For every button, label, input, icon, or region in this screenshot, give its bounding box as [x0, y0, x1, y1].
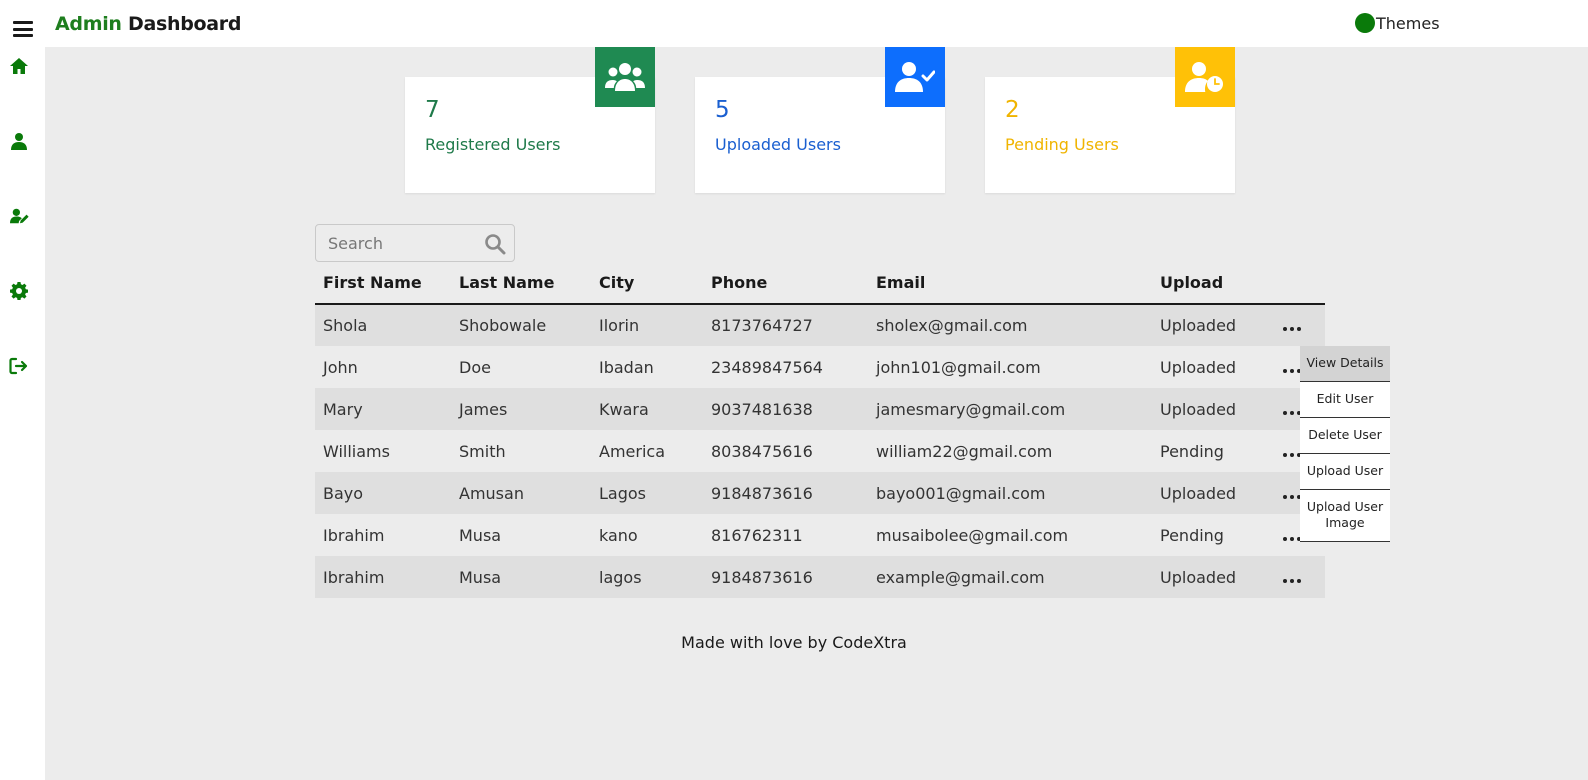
header-email[interactable]: Email: [868, 262, 1152, 305]
app-title-part1: Admin: [55, 13, 122, 35]
menu-item-upload-user-image[interactable]: Upload User Image: [1300, 489, 1390, 543]
cell-phone: 9037481638: [703, 388, 868, 430]
table-row: Ibrahim Musa kano 816762311 musaibolee@g…: [315, 514, 1325, 556]
header-city[interactable]: City: [591, 262, 703, 305]
sign-out-icon[interactable]: [9, 356, 29, 376]
cell-email: bayo001@gmail.com: [868, 472, 1152, 514]
uploaded-users-label: Uploaded Users: [715, 135, 841, 154]
cell-last-name: Musa: [451, 514, 591, 556]
more-options-icon[interactable]: [1281, 575, 1303, 587]
cell-city: kano: [591, 514, 703, 556]
cell-last-name: Doe: [451, 346, 591, 388]
table-row: John Doe Ibadan 23489847564 john101@gmai…: [315, 346, 1325, 388]
cell-actions: [1273, 304, 1325, 346]
cell-last-name: James: [451, 388, 591, 430]
header-first-name[interactable]: First Name: [315, 262, 451, 305]
registered-users-label: Registered Users: [425, 135, 561, 154]
cell-upload: Uploaded: [1152, 556, 1273, 598]
cell-upload: Uploaded: [1152, 346, 1273, 388]
cell-phone: 9184873616: [703, 472, 868, 514]
cell-city: Ibadan: [591, 346, 703, 388]
cell-phone: 8173764727: [703, 304, 868, 346]
header-phone[interactable]: Phone: [703, 262, 868, 305]
registered-users-count: 7: [425, 97, 440, 123]
header-last-name[interactable]: Last Name: [451, 262, 591, 305]
cell-first-name: Shola: [315, 304, 451, 346]
uploaded-users-card: 5 Uploaded Users: [695, 47, 945, 193]
top-bar: Admin Dashboard Themes: [0, 0, 1588, 47]
search-input[interactable]: [316, 225, 476, 261]
cell-city: Kwara: [591, 388, 703, 430]
header-actions: [1273, 262, 1325, 305]
cell-first-name: John: [315, 346, 451, 388]
search-icon[interactable]: [484, 233, 506, 259]
cell-upload: Uploaded: [1152, 472, 1273, 514]
more-options-icon[interactable]: [1281, 323, 1303, 335]
cell-email: john101@gmail.com: [868, 346, 1152, 388]
cell-email: musaibolee@gmail.com: [868, 514, 1152, 556]
cell-last-name: Musa: [451, 556, 591, 598]
themes-toggle[interactable]: Themes: [1355, 13, 1440, 33]
pending-users-label: Pending Users: [1005, 135, 1119, 154]
cell-first-name: Bayo: [315, 472, 451, 514]
cell-last-name: Amusan: [451, 472, 591, 514]
table-row: Bayo Amusan Lagos 9184873616 bayo001@gma…: [315, 472, 1325, 514]
user-icon[interactable]: [9, 131, 29, 151]
cell-city: America: [591, 430, 703, 472]
cell-first-name: Mary: [315, 388, 451, 430]
cell-upload: Uploaded: [1152, 304, 1273, 346]
cell-phone: 8038475616: [703, 430, 868, 472]
header-upload[interactable]: Upload: [1152, 262, 1273, 305]
pending-users-count: 2: [1005, 97, 1020, 123]
footer: Made with love by CodeXtra: [0, 633, 1588, 652]
row-actions-menu: View Details Edit User Delete User Uploa…: [1300, 346, 1390, 543]
users-table: First Name Last Name City Phone Email Up…: [315, 262, 1325, 598]
pending-users-card: 2 Pending Users: [985, 47, 1235, 193]
search-box: [315, 224, 515, 262]
cell-city: Lagos: [591, 472, 703, 514]
uploaded-users-count: 5: [715, 97, 730, 123]
cell-last-name: Shobowale: [451, 304, 591, 346]
cell-city: lagos: [591, 556, 703, 598]
user-edit-icon[interactable]: [10, 206, 30, 226]
cell-phone: 23489847564: [703, 346, 868, 388]
table-row: Ibrahim Musa lagos 9184873616 example@gm…: [315, 556, 1325, 598]
cell-first-name: Ibrahim: [315, 556, 451, 598]
cell-actions: [1273, 556, 1325, 598]
table-row: Shola Shobowale Ilorin 8173764727 sholex…: [315, 304, 1325, 346]
table-row: Williams Smith America 8038475616 willia…: [315, 430, 1325, 472]
cell-first-name: Williams: [315, 430, 451, 472]
cell-email: william22@gmail.com: [868, 430, 1152, 472]
cell-phone: 816762311: [703, 514, 868, 556]
cell-last-name: Smith: [451, 430, 591, 472]
cell-email: jamesmary@gmail.com: [868, 388, 1152, 430]
cell-upload: Uploaded: [1152, 388, 1273, 430]
cell-first-name: Ibrahim: [315, 514, 451, 556]
gear-icon[interactable]: [9, 281, 29, 301]
cell-phone: 9184873616: [703, 556, 868, 598]
table-row: Mary James Kwara 9037481638 jamesmary@gm…: [315, 388, 1325, 430]
table-header-row: First Name Last Name City Phone Email Up…: [315, 262, 1325, 305]
user-clock-icon: [1175, 47, 1235, 107]
theme-dot-icon: [1355, 13, 1375, 33]
menu-item-edit-user[interactable]: Edit User: [1300, 381, 1390, 418]
cell-upload: Pending: [1152, 514, 1273, 556]
menu-item-upload-user[interactable]: Upload User: [1300, 453, 1390, 490]
cell-city: Ilorin: [591, 304, 703, 346]
app-title-part2: Dashboard: [127, 13, 242, 35]
cell-email: sholex@gmail.com: [868, 304, 1152, 346]
home-icon[interactable]: [9, 56, 29, 76]
cell-upload: Pending: [1152, 430, 1273, 472]
app-title: Admin Dashboard: [55, 13, 241, 35]
footer-text: Made with love by CodeXtra: [681, 633, 907, 652]
registered-users-card: 7 Registered Users: [405, 47, 655, 193]
users-icon: [595, 47, 655, 107]
themes-label: Themes: [1376, 13, 1440, 33]
cell-email: example@gmail.com: [868, 556, 1152, 598]
hamburger-menu-icon[interactable]: [13, 21, 33, 37]
menu-item-delete-user[interactable]: Delete User: [1300, 417, 1390, 454]
user-check-icon: [885, 47, 945, 107]
menu-item-view-details[interactable]: View Details: [1300, 346, 1390, 382]
sidebar: [0, 47, 45, 780]
